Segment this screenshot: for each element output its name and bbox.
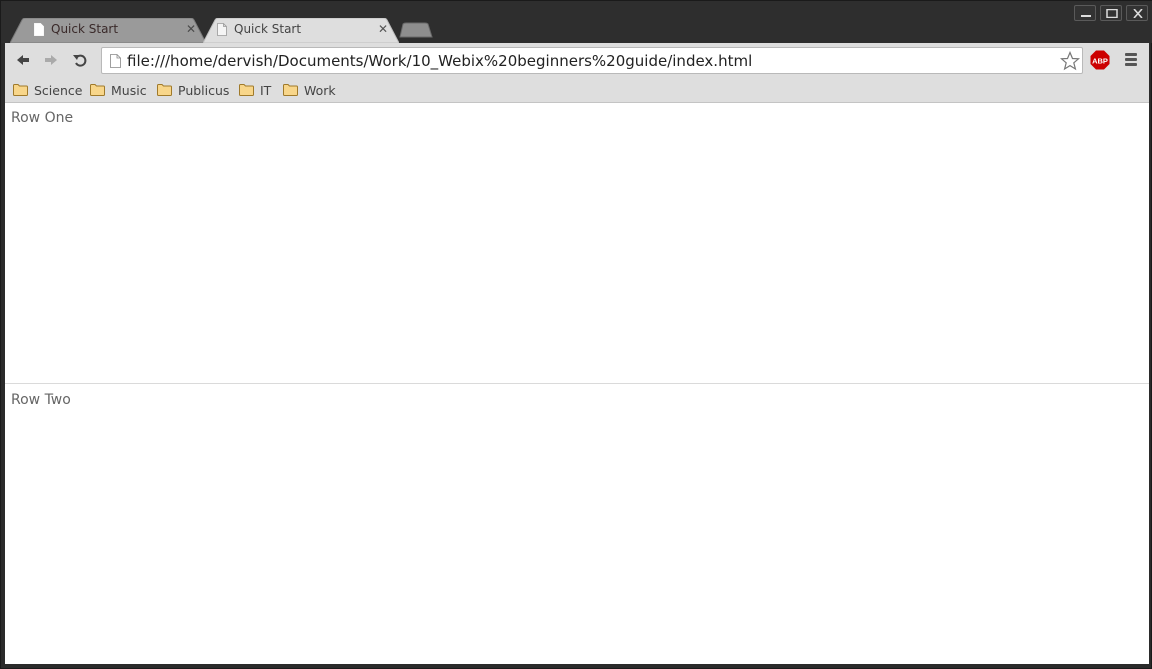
folder-icon — [157, 84, 172, 96]
bookmark-it[interactable]: IT — [239, 81, 271, 99]
close-tab-icon[interactable]: ✕ — [186, 22, 196, 36]
bookmark-star-icon[interactable] — [1060, 51, 1080, 71]
folder-icon — [283, 84, 298, 96]
page-icon — [34, 23, 44, 36]
adblock-button[interactable]: ABP — [1090, 50, 1110, 70]
browser-window: Quick Start ✕ Quick Start ✕ file:///home… — [0, 0, 1152, 669]
bookmark-label: IT — [260, 82, 272, 98]
close-tab-icon[interactable]: ✕ — [378, 22, 388, 36]
tab-title: Quick Start — [51, 22, 119, 36]
adblock-icon: ABP — [1090, 50, 1110, 70]
bookmark-work[interactable]: Work — [283, 81, 336, 99]
bookmark-science[interactable]: Science — [13, 81, 82, 99]
minimize-icon — [1081, 15, 1091, 17]
bookmarks-bar: Science Music Publicus IT Work — [5, 77, 1149, 103]
layout-row-one: Row One — [5, 103, 1149, 384]
folder-icon — [13, 84, 28, 96]
navigation-toolbar: file:///home/dervish/Documents/Work/10_W… — [5, 43, 1149, 77]
layout-row-two: Row Two — [5, 385, 1149, 664]
maximize-button[interactable] — [1100, 5, 1122, 21]
folder-icon — [239, 84, 254, 96]
tab-title: Quick Start — [234, 22, 302, 36]
title-bar: Quick Start ✕ Quick Start ✕ — [1, 1, 1152, 43]
bookmark-label: Music — [111, 82, 147, 98]
page-content: Row One Row Two — [5, 103, 1149, 664]
close-window-button[interactable] — [1126, 5, 1148, 21]
menu-icon[interactable] — [1125, 53, 1139, 67]
bookmark-label: Publicus — [178, 82, 230, 98]
minimize-button[interactable] — [1074, 5, 1096, 21]
row-label: Row Two — [11, 392, 71, 408]
reload-icon[interactable] — [71, 51, 89, 69]
bookmark-music[interactable]: Music — [90, 81, 147, 99]
forward-icon[interactable] — [42, 51, 60, 69]
close-icon — [1133, 9, 1143, 18]
new-tab-button[interactable] — [399, 22, 433, 38]
row-label: Row One — [11, 110, 74, 126]
page-icon — [217, 23, 227, 36]
tab-active[interactable]: Quick Start ✕ — [203, 18, 399, 43]
bookmark-publicus[interactable]: Publicus — [157, 81, 229, 99]
back-icon[interactable] — [14, 51, 32, 69]
url-text[interactable]: file:///home/dervish/Documents/Work/10_W… — [127, 52, 752, 70]
bookmark-label: Science — [34, 82, 83, 98]
page-icon — [110, 54, 121, 68]
folder-icon — [90, 84, 105, 96]
tab-inactive[interactable]: Quick Start ✕ — [10, 18, 206, 43]
adblock-label: ABP — [1092, 57, 1108, 66]
maximize-icon — [1106, 9, 1118, 18]
address-bar[interactable]: file:///home/dervish/Documents/Work/10_W… — [101, 47, 1083, 74]
bookmark-label: Work — [304, 82, 336, 98]
